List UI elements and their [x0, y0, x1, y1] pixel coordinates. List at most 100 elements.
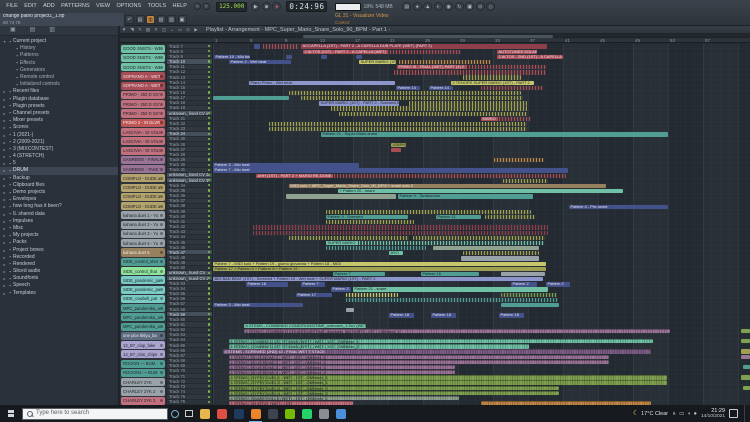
picker-item[interactable]: SIDE_pandemic_pat: [120, 276, 166, 285]
track-mute-led[interactable]: [208, 195, 210, 197]
show-desktop-button[interactable]: [744, 405, 747, 422]
playlist-clip[interactable]: [463, 251, 539, 255]
picker-mute-icon[interactable]: [160, 103, 163, 106]
picker-clip-button[interactable]: CHARLEY 2YK 3: [121, 397, 165, 405]
playlist-clip[interactable]: 6 STEMS - COMBINED 1ST ST MAIN (WET) - W…: [229, 344, 529, 348]
track-mute-led[interactable]: [208, 385, 210, 387]
track-mute-led[interactable]: [208, 375, 210, 377]
step-edit-icon[interactable]: ▣: [465, 2, 474, 11]
menu-view[interactable]: VIEW: [93, 0, 113, 13]
picker-item[interactable]: kahana duet 2 - Yu: [120, 220, 166, 229]
cortana-button[interactable]: [168, 405, 182, 422]
playlist-menu-icon[interactable]: ▼: [120, 26, 128, 34]
track-mute-led[interactable]: [208, 174, 210, 176]
picker-clip-button[interactable]: CHARLEY 2YK: [121, 378, 165, 386]
playlist-clip[interactable]: SUPER MARIO: [326, 241, 544, 245]
track-mute-led[interactable]: [208, 334, 210, 336]
draw-tool-icon[interactable]: ✎: [136, 26, 144, 34]
track-mute-led[interactable]: [208, 133, 210, 135]
track-mute-led[interactable]: [208, 236, 210, 238]
track-mute-led[interactable]: [208, 97, 210, 99]
playlist-clip[interactable]: 4 STEMS - SCREWED (2ND) x2 - FINAL WET T…: [223, 349, 651, 353]
menu-patterns[interactable]: PATTERNS: [58, 0, 93, 13]
playlist-clip[interactable]: 4 STEMS - GYPSY DUEL 2 - WET - 1ST - OMN…: [229, 380, 667, 384]
playlist-clip[interactable]: [501, 272, 545, 276]
picker-mute-icon[interactable]: [160, 390, 163, 393]
track-mute-led[interactable]: [208, 148, 210, 150]
picker-item[interactable]: PRIMO - 250 D GST A1: [120, 90, 166, 99]
picker-clip-button[interactable]: SOPRANO A - WET 1: [121, 72, 165, 80]
track-mute-led[interactable]: [208, 71, 210, 73]
picker-item[interactable]: COMPLO - DUDE a1: [120, 174, 166, 183]
picker-clip-button[interactable]: MPC_pandemika_ac3: [121, 323, 165, 331]
tree-item[interactable]: ▸▪Backup: [0, 175, 118, 182]
playlist-clip[interactable]: Pattern 3 - Mio beat: [213, 303, 303, 307]
playlist-clip[interactable]: [743, 386, 750, 390]
main-volume-knob[interactable]: [194, 3, 201, 10]
tree-item[interactable]: ▸▪Impulses: [0, 218, 118, 225]
picker-mute-icon[interactable]: [160, 47, 163, 50]
track-mute-led[interactable]: [208, 349, 210, 351]
playlist-clip[interactable]: [253, 225, 548, 229]
picker-mute-icon[interactable]: [160, 353, 163, 356]
picker-mute-icon[interactable]: [160, 316, 163, 319]
track-mute-led[interactable]: [208, 153, 210, 155]
picker-clip-button[interactable]: SIDE_control_shot: [121, 258, 165, 266]
track-mute-led[interactable]: [208, 370, 210, 372]
playlist-clip[interactable]: [503, 179, 548, 183]
taskbar-search-input[interactable]: Type here to search: [22, 408, 168, 420]
picker-item[interactable]: SOPRANO A - WET 2: [120, 81, 166, 90]
playlist-clip[interactable]: 4 STEMS - IN US BOWL 2 - WET - 1ST - OMN…: [229, 360, 609, 364]
picker-item[interactable]: CHARLEY 2YK 2: [120, 387, 166, 396]
playlist-clip[interactable]: [253, 231, 548, 235]
picker-mute-icon[interactable]: [160, 112, 163, 115]
picker-item[interactable]: 12_B7_clap_fake: [120, 341, 166, 350]
picker-clip-button[interactable]: SIDE_control_that: [121, 267, 165, 275]
picker-item[interactable]: SIDE_control_that: [120, 266, 166, 275]
playlist-clip[interactable]: Pattern 18: [431, 313, 456, 317]
magnet-icon[interactable]: ◥: [128, 26, 136, 34]
picker-clip-button[interactable]: kahana duet 1 - Yu: [121, 211, 165, 219]
picker-mute-icon[interactable]: [160, 334, 163, 337]
playlist-clip[interactable]: SUPER MARIO (1ST): [359, 60, 396, 64]
playlist-clip[interactable]: AHH (1ST) - PART 2 + MARIO RE-DONE: [256, 174, 566, 178]
playlist-grid[interactable]: ACCAPELLA (1ST) - PART 2 - A CAPELLA DUB…: [213, 44, 750, 405]
playlist-timeline-ruler[interactable]: 159131721252933374145495357: [120, 38, 750, 43]
playlist-window-icon[interactable]: ▤: [136, 15, 145, 24]
playlist-clip[interactable]: 2 ALTOS - 2ND (1ST) - A CAPELLA (WET) (P…: [497, 55, 563, 59]
track-mute-led[interactable]: [208, 179, 210, 181]
tree-item[interactable]: ▸▪2 (2009-2021): [0, 139, 118, 146]
tree-item[interactable]: ▪Generators: [0, 67, 118, 74]
picker-mute-icon[interactable]: [160, 288, 163, 291]
picker-clip-button[interactable]: GOOD SNSTS - WET 3: [121, 63, 165, 71]
track-mute-led[interactable]: [208, 215, 210, 217]
picker-clip-button[interactable]: SANREMO - FINAL WET: [121, 156, 165, 164]
playlist-clip[interactable]: 4 STEMS - IN US BOWL 3 - WET - 1ST - OMN…: [229, 365, 455, 369]
playlist-clip[interactable]: [741, 339, 750, 343]
tree-item[interactable]: ▸▪DRUM: [0, 167, 118, 174]
track-mute-led[interactable]: [208, 184, 210, 186]
recording-icon[interactable]: ●: [413, 2, 422, 11]
tree-item[interactable]: ▾▪Current project: [0, 38, 118, 45]
tree-item[interactable]: ▸▪Demo projects: [0, 189, 118, 196]
picker-mute-icon[interactable]: [160, 205, 163, 208]
picker-item[interactable]: kahana duet 4 - Yu: [120, 239, 166, 248]
track-mute-led[interactable]: [208, 277, 210, 279]
track-mute-led[interactable]: [208, 112, 210, 114]
picker-clip-button[interactable]: LASCIVIA - DI VOLG A2: [121, 137, 165, 145]
picker-clip-button[interactable]: kahana duet 2 - Yu: [121, 221, 165, 229]
playlist-clip[interactable]: Pattern 16: [421, 272, 479, 276]
picker-clip-button[interactable]: ROCKIN — BUM: [121, 360, 165, 368]
tree-item[interactable]: ▸▪Speech: [0, 282, 118, 289]
task-view-button[interactable]: [182, 405, 196, 422]
picker-mute-icon[interactable]: [160, 121, 163, 124]
playlist-clip[interactable]: [356, 55, 362, 59]
playlist-clip[interactable]: [741, 329, 750, 333]
picker-mute-icon[interactable]: [160, 362, 163, 365]
weather-widget[interactable]: ☾ 17°C Clear: [633, 409, 668, 419]
track-mute-led[interactable]: [208, 303, 210, 305]
playlist-clip[interactable]: [485, 215, 535, 219]
picker-item[interactable]: GOOD SNSTS - WET 3: [120, 63, 166, 72]
tree-item[interactable]: ▸▪IL shared data: [0, 211, 118, 218]
menu-file[interactable]: FILE: [3, 0, 21, 13]
